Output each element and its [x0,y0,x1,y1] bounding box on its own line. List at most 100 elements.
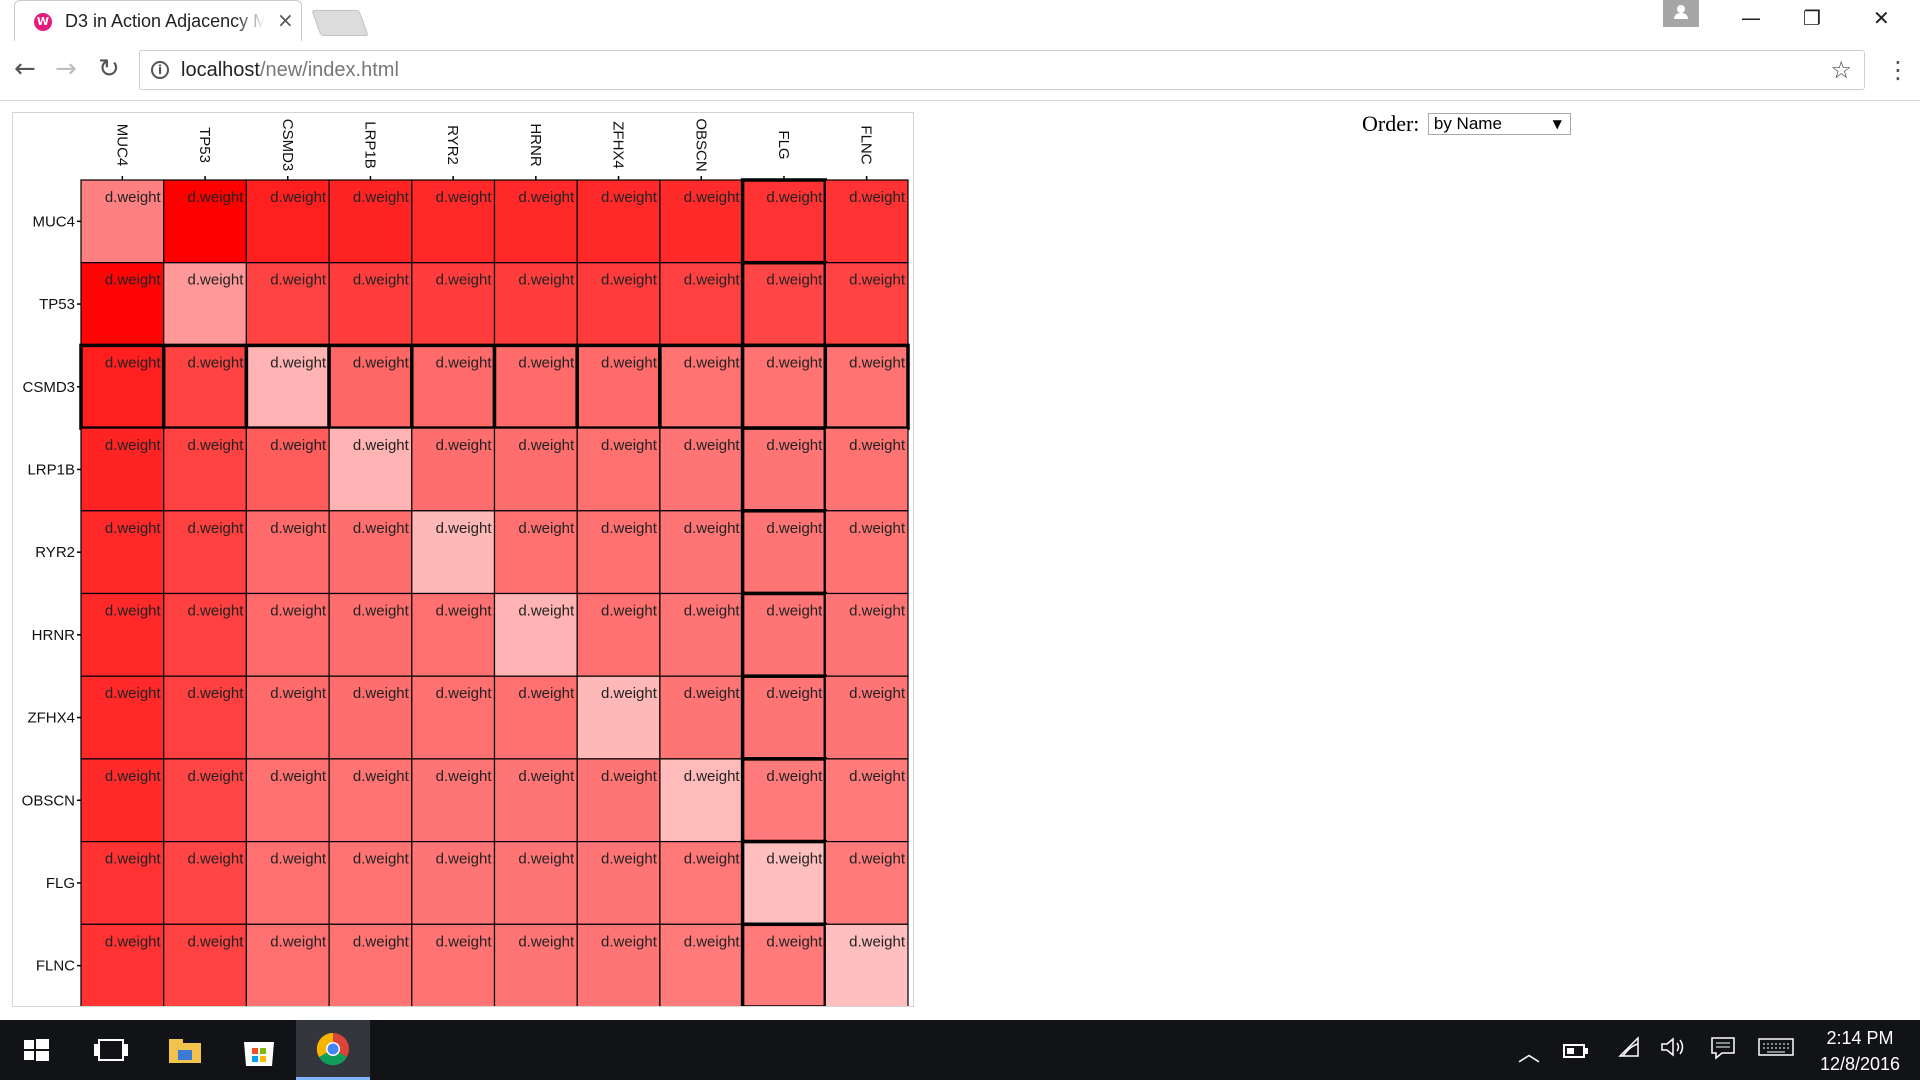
cell-weight-label: d.weight [601,354,658,371]
cell-weight-label: d.weight [849,354,906,371]
cell-weight-label: d.weight [188,437,245,454]
row-label: FLG [46,875,75,892]
file-explorer-button[interactable] [148,1020,222,1080]
row-label: FLNC [36,958,75,975]
cell-weight-label: d.weight [518,189,575,206]
chrome-icon [316,1032,349,1066]
task-view-button[interactable] [74,1020,148,1080]
column-label: OBSCN [692,118,709,171]
back-icon[interactable]: ← [14,54,36,84]
cell-weight-label: d.weight [518,851,575,868]
clock-time: 2:14 PM [1826,1028,1894,1048]
chrome-taskbar-button[interactable] [296,1020,370,1080]
restore-icon[interactable]: ❐ [1803,6,1821,30]
order-select[interactable]: by Name ▼ [1427,113,1571,135]
cell-weight-label: d.weight [353,768,410,785]
profile-icon[interactable] [1663,0,1699,27]
new-tab-button[interactable] [311,10,369,36]
cell-weight-label: d.weight [849,933,906,950]
cell-weight-label: d.weight [518,768,575,785]
cell-weight-label: d.weight [270,933,327,950]
clock-date: 12/8/2016 [1819,1054,1901,1074]
cell-weight-label: d.weight [353,189,410,206]
forward-icon[interactable]: → [55,54,77,84]
cell-weight-label: d.weight [684,933,741,950]
cell-weight-label: d.weight [684,685,741,702]
cell-weight-label: d.weight [436,768,493,785]
row-label: ZFHX4 [27,710,75,727]
cell-weight-label: d.weight [270,603,327,620]
browser-tab[interactable]: W D3 in Action Adjacency Matrix × [14,0,302,41]
window-close-icon[interactable]: ✕ [1873,6,1890,30]
cell-weight-label: d.weight [353,603,410,620]
row-label: RYR2 [35,544,75,561]
cell-weight-label: d.weight [601,189,658,206]
minimize-icon[interactable]: — [1741,6,1761,30]
cell-weight-label: d.weight [105,520,162,537]
url-path: /new/index.html [259,59,399,81]
cell-weight-label: d.weight [518,354,575,371]
cell-weight-label: d.weight [849,851,906,868]
dropdown-arrow-icon: ▼ [1552,117,1562,131]
column-label: RYR2 [444,125,461,165]
tab-close-icon[interactable]: × [277,10,294,30]
cell-weight-label: d.weight [105,933,162,950]
row-label: MUC4 [32,213,75,230]
order-label: Order: [1362,111,1420,136]
cell-weight-label: d.weight [601,437,658,454]
wifi-icon[interactable] [1617,1036,1641,1064]
cell-weight-label: d.weight [353,354,410,371]
touch-keyboard-icon[interactable] [1758,1036,1794,1064]
row-label: TP53 [39,296,75,313]
cell-weight-label: d.weight [270,272,327,289]
order-control: Order: by Name ▼ [1362,111,1571,137]
cell-weight-label: d.weight [270,354,327,371]
volume-icon[interactable] [1660,1036,1686,1064]
cell-weight-label: d.weight [518,520,575,537]
cell-weight-label: d.weight [601,933,658,950]
reload-icon[interactable]: ↻ [98,54,120,84]
tab-strip: W D3 in Action Adjacency Matrix × — ❐ ✕ [0,0,1920,41]
store-button[interactable] [222,1020,296,1080]
cell-weight-label: d.weight [684,437,741,454]
start-button[interactable] [0,1020,74,1080]
column-label: ZFHX4 [610,121,627,169]
cell-weight-label: d.weight [353,933,410,950]
cell-weight-label: d.weight [849,603,906,620]
tab-title: D3 in Action Adjacency Matrix [65,11,265,33]
cell-weight-label: d.weight [601,603,658,620]
cell-weight-label: d.weight [188,768,245,785]
cell-weight-label: d.weight [436,354,493,371]
bookmark-star-icon[interactable]: ☆ [1830,56,1852,84]
cell-weight-label: d.weight [270,437,327,454]
clock[interactable]: 2:14 PM 12/8/2016 [1800,1025,1920,1077]
info-icon[interactable]: i [151,61,169,79]
cell-weight-label: d.weight [436,272,493,289]
column-label: CSMD3 [279,119,296,172]
row-label: LRP1B [27,461,75,478]
cell-weight-label: d.weight [270,189,327,206]
address-bar[interactable]: i localhost/new/index.html ☆ [139,50,1865,90]
show-hidden-icons-icon[interactable]: ︿ [1518,1036,1540,1068]
cell-weight-label: d.weight [105,354,162,371]
cell-weight-label: d.weight [436,520,493,537]
matrix-frame: d.weight d.weight d.weight d.weight d.weight… [12,112,914,1009]
cell-weight-label: d.weight [105,685,162,702]
cell-weight-label: d.weight [436,603,493,620]
battery-icon[interactable] [1563,1040,1589,1065]
cell-weight-label: d.weight [436,933,493,950]
task-view-icon [94,1039,128,1061]
browser-toolbar: ← → ↻ i localhost/new/index.html ☆ ⋮ [0,41,1920,101]
column-label: HRNR [527,123,544,166]
url-text[interactable]: localhost/new/index.html [181,59,399,82]
cell-weight-label: d.weight [270,520,327,537]
cell-weight-label: d.weight [353,437,410,454]
cell-weight-label: d.weight [518,272,575,289]
menu-icon[interactable]: ⋮ [1886,55,1910,85]
cell-weight-label: d.weight [105,603,162,620]
cell-weight-label: d.weight [849,437,906,454]
row-label: HRNR [32,627,75,644]
cell-weight-label: d.weight [684,520,741,537]
action-center-icon[interactable] [1710,1036,1736,1066]
url-host: localhost [181,59,260,81]
